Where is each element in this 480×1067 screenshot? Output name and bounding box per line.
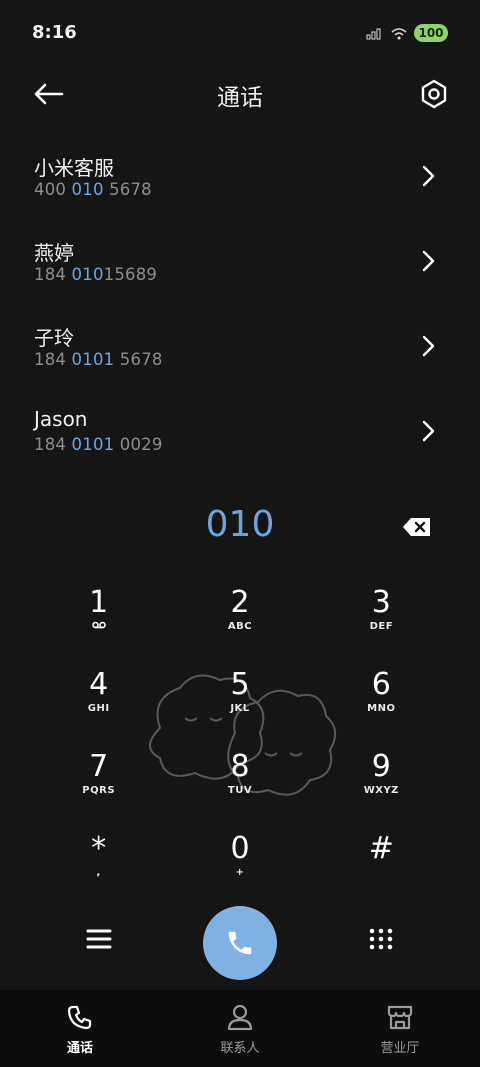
signal-icon <box>366 28 381 40</box>
status-icons: 100 <box>366 24 448 42</box>
contact-number: 184 0101 0029 <box>34 435 163 454</box>
chevron-right-icon[interactable] <box>418 247 438 275</box>
phone-icon <box>228 931 252 955</box>
key-0[interactable]: 0 + <box>169 826 310 908</box>
contact-row[interactable]: 子玲 184 0101 5678 <box>0 306 480 391</box>
chevron-right-icon[interactable] <box>418 162 438 190</box>
chevron-right-icon[interactable] <box>418 417 438 445</box>
nav-label-contacts: 联系人 <box>220 1041 260 1056</box>
backspace-icon[interactable] <box>402 517 432 537</box>
bottom-navigation: 通话 联系人 营业厅 <box>0 990 480 1067</box>
contact-name: 燕婷 <box>34 241 74 265</box>
key-2[interactable]: 2 ABC <box>169 580 310 662</box>
search-results-list: 小米客服 400 010 5678 燕婷 184 01015689 子玲 184… <box>0 136 480 476</box>
dialpad: 1 2 ABC 3 DEF 4 GHI 5 JKL 6 MNO 7 PQRS 8 TUV 9W… <box>28 580 452 908</box>
wifi-icon <box>391 28 407 40</box>
contact-number: 184 01015689 <box>34 265 158 284</box>
menu-icon[interactable] <box>86 927 112 951</box>
key-3[interactable]: 3 DEF <box>311 580 452 662</box>
page-title: 通话 <box>217 85 263 111</box>
call-button[interactable] <box>203 906 277 980</box>
contact-name: 小米客服 <box>34 156 114 180</box>
dialer-actions <box>0 905 480 980</box>
person-icon <box>227 1004 253 1031</box>
status-bar: 8:16 100 <box>0 0 480 66</box>
contact-row[interactable]: 燕婷 184 01015689 <box>0 221 480 306</box>
contact-name: 子玲 <box>34 326 74 350</box>
nav-tab-calls[interactable]: 通话 <box>0 990 160 1067</box>
nav-label-business: 营业厅 <box>380 1041 420 1056</box>
settings-icon[interactable] <box>418 78 450 110</box>
voicemail-icon <box>91 621 106 629</box>
top-bar: 通话 <box>0 66 480 122</box>
key-8[interactable]: 8 TUV <box>169 744 310 826</box>
contact-row[interactable]: 小米客服 400 010 5678 <box>0 136 480 221</box>
key-9[interactable]: 9 WXYZ <box>311 744 452 826</box>
dialpad-icon[interactable] <box>368 927 394 953</box>
key-4[interactable]: 4 GHI <box>28 662 169 744</box>
contact-number: 184 0101 5678 <box>34 350 163 369</box>
store-icon <box>387 1005 413 1030</box>
key-7[interactable]: 7 PQRS <box>28 744 169 826</box>
key-hash[interactable]: # <box>311 826 452 908</box>
nav-tab-business[interactable]: 营业厅 <box>320 990 480 1067</box>
status-time: 8:16 <box>32 22 77 43</box>
battery-indicator: 100 <box>414 24 448 42</box>
key-6[interactable]: 6 MNO <box>311 662 452 744</box>
phone-icon <box>67 1005 92 1030</box>
key-1[interactable]: 1 <box>28 580 169 662</box>
nav-tab-contacts[interactable]: 联系人 <box>160 990 320 1067</box>
chevron-right-icon[interactable] <box>418 332 438 360</box>
contact-row[interactable]: Jason 184 0101 0029 <box>0 391 480 476</box>
contact-name: Jason <box>34 407 88 431</box>
key-5[interactable]: 5 JKL <box>169 662 310 744</box>
nav-label-calls: 通话 <box>66 1041 93 1056</box>
key-star[interactable]: *, <box>28 826 169 908</box>
contact-number: 400 010 5678 <box>34 180 152 199</box>
